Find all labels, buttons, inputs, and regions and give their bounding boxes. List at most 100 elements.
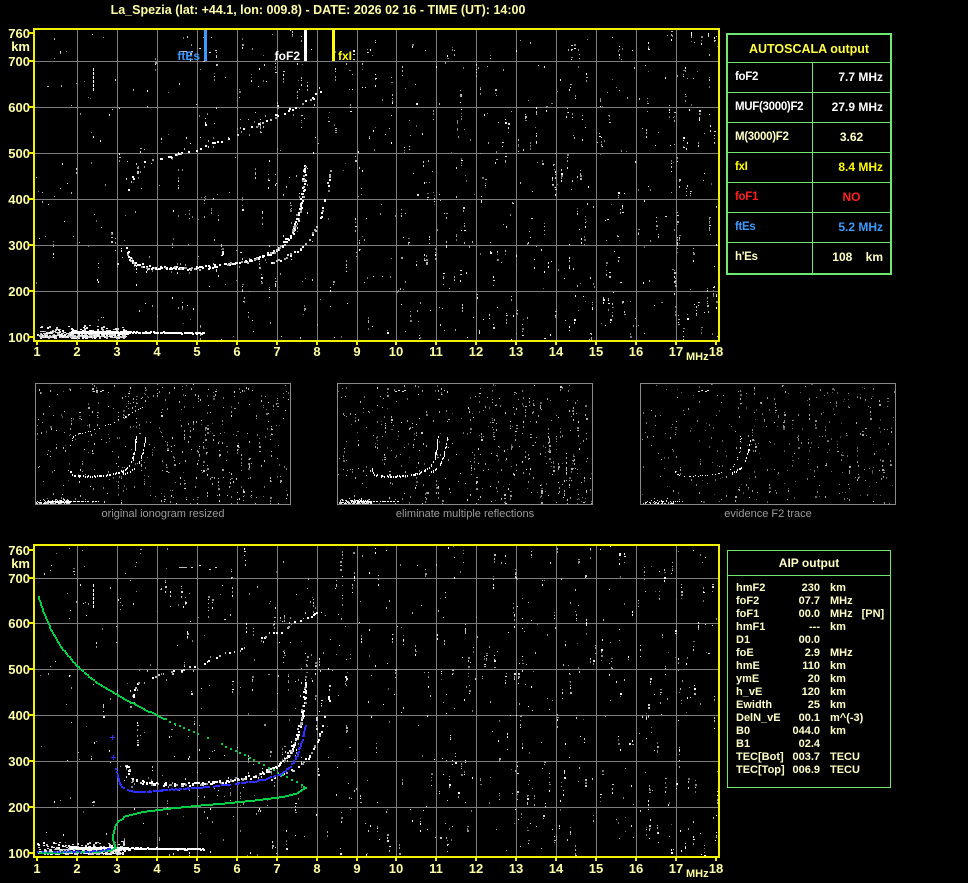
x-axis-tick [356, 857, 358, 861]
aip-extra [846, 686, 855, 699]
x-tick-label: 6 [233, 861, 241, 876]
aip-label: hmF1 [736, 621, 766, 633]
x-axis-tick [156, 857, 158, 861]
x-tick-label: 13 [508, 344, 524, 359]
x-axis-tick [515, 857, 517, 861]
aip-row-yme: ymE 20 km [728, 673, 890, 686]
thumbnail-evidence-canvas [641, 384, 895, 504]
y-tick-label: 400 [8, 708, 30, 723]
y-axis-tick [28, 714, 33, 716]
autoscala-table-rows: foF2 7.7 MHz MUF(3000)F2 27.9 MHz M(3000)F2 3… [728, 63, 890, 273]
main-ionogram-canvas [35, 30, 718, 340]
thumbnail-caption-eliminate: eliminate multiple reflections [395, 508, 535, 520]
parameter-label: MUF(3000)F2 [728, 93, 813, 122]
x-axis-tick [555, 341, 557, 345]
aip-extra [830, 634, 839, 647]
aip-value: 120 [801, 686, 820, 698]
x-axis-tick [316, 341, 318, 345]
x-tick-label: 4 [153, 861, 161, 876]
aip-value: 044.0 [792, 725, 820, 737]
x-tick-label: 15 [588, 344, 604, 359]
x-tick-label: 6 [233, 344, 241, 359]
autoscala-row-fof1: foF1 NO [728, 183, 890, 213]
y-tick-label: 100 [8, 330, 30, 345]
x-tick-label: 5 [193, 344, 201, 359]
aip-row-b1: B1 02.4 [728, 738, 890, 751]
x-axis-tick [76, 857, 78, 861]
x-tick-label: 3 [113, 344, 121, 359]
y-tick-label: 500 [8, 662, 30, 677]
x-tick-label: 11 [429, 861, 443, 876]
thumbnail-caption-original: original ionogram resized [101, 508, 225, 520]
x-axis-unit: MHz [686, 868, 709, 880]
x-axis-tick [116, 857, 118, 861]
aip-row-fof2: foF2 07.7 MHz [728, 595, 890, 608]
x-tick-label: 8 [313, 861, 321, 876]
y-axis-tick [28, 549, 33, 551]
parameter-label: h'Es [728, 243, 813, 273]
aip-unit: MHz [830, 647, 853, 659]
autoscala-row-muf3000f2: MUF(3000)F2 27.9 MHz [728, 93, 890, 123]
y-axis-tick [28, 60, 33, 62]
x-axis-tick [635, 341, 637, 345]
aip-row-hmf1: hmF1 --- km [728, 621, 890, 634]
aip-row-ewidth: Ewidth 25 km [728, 699, 890, 712]
parameter-value: 5.2 MHz [838, 220, 883, 234]
aip-extra: [PN] [861, 608, 885, 620]
aip-row-tecbot: TEC[Bot] 003.7 TECU [728, 751, 890, 764]
x-tick-label: 5 [193, 861, 201, 876]
autoscala-row-m3000f2: M(3000)F2 3.62 [728, 123, 890, 153]
x-axis-tick [715, 857, 717, 861]
aip-row-hmf2: hmF2 230 km [728, 582, 890, 595]
thumbnail-eliminate-reflections [337, 383, 593, 505]
aip-value: 00.0 [798, 634, 820, 646]
x-axis-tick [36, 341, 38, 345]
x-tick-label: 7 [273, 344, 281, 359]
parameter-label: ftEs [728, 213, 813, 242]
autoscala-row-hes: h'Es 108 km [728, 243, 890, 273]
aip-unit: km [830, 686, 846, 698]
aip-value: 003.7 [792, 751, 820, 763]
aip-table-rows: hmF2 230 km foF2 07.7 MHz foF1 00.0 MHz [PN] hmF1 -… [728, 576, 890, 787]
autoscala-table-header: AUTOSCALA output [728, 35, 890, 63]
y-tick-label: 600 [8, 100, 30, 115]
parameter-value: 7.7 MHz [838, 70, 883, 84]
parameter-value: 27.9 MHz [831, 100, 883, 114]
x-tick-label: 16 [628, 861, 644, 876]
aip-table-header: AIP output [728, 551, 890, 576]
x-axis-tick [715, 341, 717, 345]
thumbnail-original-canvas [36, 384, 290, 504]
x-axis-tick [196, 341, 198, 345]
aip-value: 2.9 [804, 647, 820, 659]
aip-unit: TECU [830, 764, 860, 776]
y-axis-tick [28, 198, 33, 200]
aip-label: foE [736, 647, 754, 659]
y-tick-label: 300 [8, 238, 30, 253]
thumbnail-caption-evidence: evidence F2 trace [724, 508, 812, 520]
y-axis-tick [28, 336, 33, 338]
aip-unit: km [830, 621, 846, 633]
aip-row-foe: foE 2.9 MHz [728, 647, 890, 660]
x-axis-tick [595, 341, 597, 345]
x-tick-label: 14 [548, 344, 564, 359]
parameter-value: 8.4 MHz [838, 160, 883, 174]
thumbnail-evidence-f2 [640, 383, 896, 505]
aip-row-tectop: TEC[Top] 006.9 TECU [728, 764, 890, 777]
x-axis-tick [475, 341, 477, 345]
aip-row-delnve: DelN_vE 00.1 m^(-3) [728, 712, 890, 725]
y-axis-tick [28, 152, 33, 154]
y-tick-label: 600 [8, 616, 30, 631]
x-axis-tick [36, 857, 38, 861]
parameter-label: foF2 [728, 63, 813, 92]
y-axis-tick [28, 852, 33, 854]
thumbnail-eliminate-canvas [338, 384, 592, 504]
x-axis-tick [675, 857, 677, 861]
autoscala-row-fxi: fxI 8.4 MHz [728, 153, 890, 183]
aip-row-hme: hmE 110 km [728, 660, 890, 673]
station-title: La_Spezia (lat: +44.1, lon: 009.8) - DAT… [110, 3, 526, 17]
aip-extra [846, 699, 855, 712]
aip-extra [846, 725, 855, 738]
aip-label: DelN_vE [736, 712, 781, 724]
x-tick-label: 8 [313, 344, 321, 359]
aip-value: 25 [807, 699, 820, 711]
